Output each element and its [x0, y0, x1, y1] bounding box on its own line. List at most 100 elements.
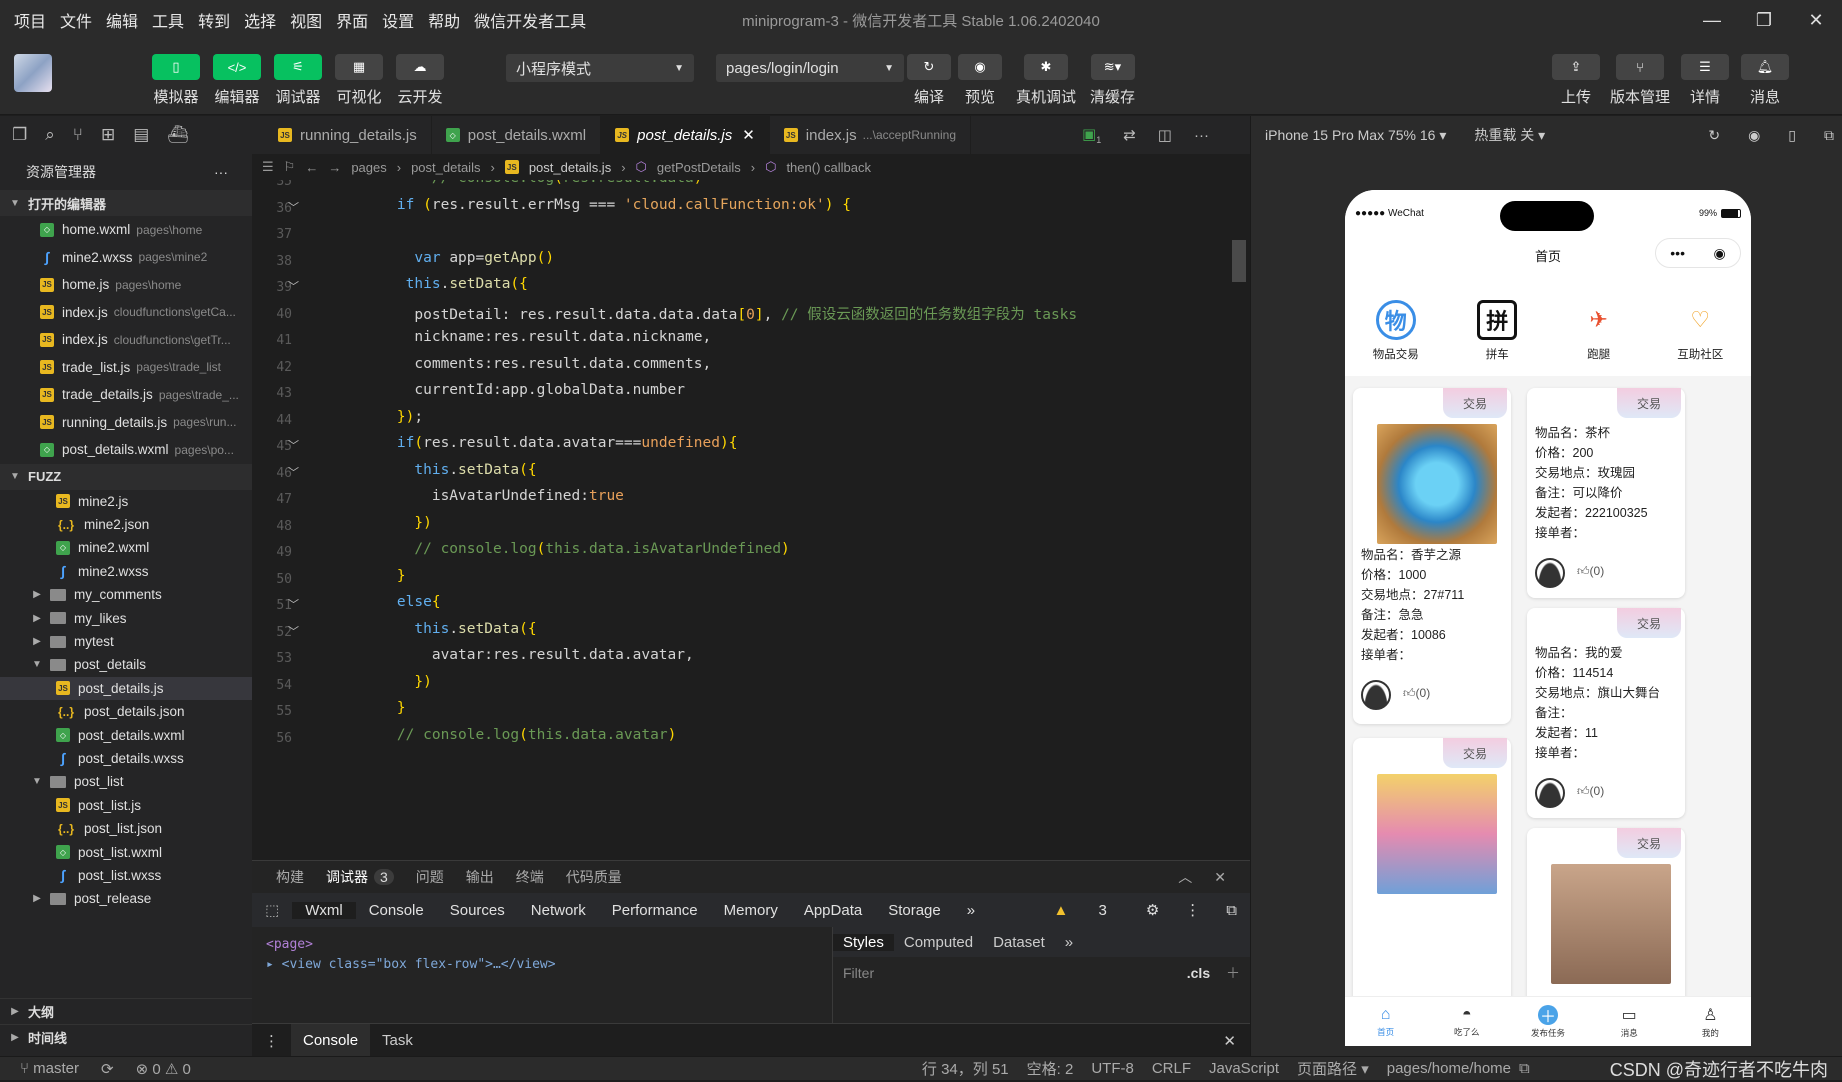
menu-item[interactable]: 界面 [336, 8, 368, 32]
fold-chevron-icon[interactable]: ﹀ [288, 464, 299, 480]
tabbar-2[interactable]: ◓吃了么 [1426, 997, 1507, 1046]
back-arrow-icon[interactable]: ← [305, 160, 318, 175]
cursor-position[interactable]: 行 34，列 51 [922, 1058, 1009, 1079]
menu-item[interactable]: 项目 [14, 8, 46, 32]
warning-count[interactable]: ▲ 3 [1027, 902, 1132, 919]
fold-chevron-icon[interactable]: ﹀ [288, 596, 299, 612]
file-item[interactable]: ◇mine2.wxml [0, 536, 252, 559]
simulator-button[interactable]: ▯模拟器 [152, 54, 200, 107]
close-icon[interactable]: ✕ [1223, 1032, 1250, 1050]
extensions-icon[interactable]: ⊞ [101, 125, 115, 145]
more-icon[interactable]: ··· [1194, 127, 1209, 144]
close-button[interactable]: ✕ [1790, 0, 1842, 40]
docker-icon[interactable]: ⛴ [167, 125, 189, 145]
dom-node-view[interactable]: ▸ <view class="box flex-row">…</view> [266, 955, 798, 975]
tab-sources[interactable]: Sources [437, 902, 518, 919]
file-item[interactable]: ◇post_list.wxml [0, 840, 252, 863]
plus-icon[interactable]: ＋ [1226, 965, 1240, 981]
fold-chevron-icon[interactable]: ﹀ [288, 278, 299, 294]
tab-wxml[interactable]: Wxml [292, 902, 356, 919]
tab-appdata[interactable]: AppData [791, 902, 875, 919]
open-editor-item[interactable]: JSrunning_details.jspages\run... [0, 409, 252, 437]
details-button[interactable]: ☰详情 [1681, 54, 1729, 107]
tab-problems[interactable]: 问题 [416, 867, 444, 887]
branch-status[interactable]: ⑂ master [20, 1060, 79, 1077]
editor-button[interactable]: </>编辑器 [213, 54, 261, 107]
split-editor-icon[interactable]: ◫ [1158, 126, 1172, 144]
more-tabs-icon[interactable]: » [1055, 934, 1083, 951]
kebab-icon[interactable]: ⋮ [252, 1032, 291, 1050]
menu-item[interactable]: 转到 [198, 8, 230, 32]
tab-code-quality[interactable]: 代码质量 [566, 867, 622, 887]
drawer-tab-console[interactable]: Console [291, 1024, 370, 1058]
menu-item[interactable]: 微信开发者工具 [474, 8, 586, 32]
encoding-status[interactable]: UTF-8 [1091, 1060, 1134, 1077]
crumb-function[interactable]: getPostDetails [657, 160, 741, 175]
project-avatar[interactable] [14, 54, 52, 92]
tab-styles[interactable]: Styles [833, 934, 894, 951]
category-2[interactable]: 拼拼车 [1447, 286, 1549, 376]
more-icon[interactable]: ··· [214, 164, 228, 180]
preview-button[interactable]: ◉预览 [958, 54, 1002, 107]
category-4[interactable]: ♡互助社区 [1650, 286, 1752, 376]
post-card[interactable]: 交易物品名：香芋之源价格：1000交易地点：27#711备注：急急发起者：100… [1353, 388, 1511, 724]
menu-item[interactable]: 文件 [60, 8, 92, 32]
visual-button[interactable]: ▦可视化 [335, 54, 383, 107]
stop-icon[interactable]: ◉ [1748, 127, 1760, 144]
storage-icon[interactable]: ▤ [133, 125, 149, 145]
like-button[interactable]: 👍︎(0) [1403, 686, 1430, 701]
copy-icon[interactable]: ⧉ [1519, 1060, 1530, 1077]
remote-debug-button[interactable]: ✱真机调试 [1016, 54, 1076, 107]
like-button[interactable]: 👍︎(0) [1577, 784, 1604, 799]
post-card[interactable]: 交易 [1353, 738, 1511, 1038]
file-item[interactable]: ∫post_list.wxss [0, 864, 252, 887]
minimize-button[interactable]: — [1686, 0, 1738, 40]
upload-button[interactable]: ⇪上传 [1552, 54, 1600, 107]
file-item[interactable]: ∫post_details.wxss [0, 747, 252, 770]
fold-chevron-icon[interactable]: ﹀ [288, 623, 299, 639]
kebab-icon[interactable]: ⋮ [1172, 901, 1213, 919]
tabbar-3[interactable]: ＋发布任务 [1507, 997, 1588, 1046]
tab-memory[interactable]: Memory [711, 902, 791, 919]
like-button[interactable]: 👍︎(0) [1577, 564, 1604, 579]
sync-icon[interactable]: ⟳ [101, 1060, 114, 1078]
version-button[interactable]: ⑂版本管理 [1610, 54, 1670, 107]
close-icon[interactable]: ✕ [742, 126, 755, 144]
avatar[interactable] [1535, 778, 1565, 808]
inspect-icon[interactable]: ⬚ [252, 901, 292, 919]
mode-select[interactable]: 小程序模式▼ [506, 54, 694, 82]
hot-reload-select[interactable]: 热重载 关 ▾ [1474, 125, 1545, 145]
open-editor-item[interactable]: JStrade_list.jspages\trade_list [0, 354, 252, 382]
files-icon[interactable]: ❐ [12, 125, 27, 145]
styles-filter[interactable]: Filter .cls ＋ [833, 957, 1250, 989]
folder-item[interactable]: ▼post_list [0, 770, 252, 793]
open-editor-item[interactable]: ◇post_details.wxmlpages\po... [0, 436, 252, 464]
more-icon[interactable]: ••• [1670, 245, 1685, 261]
avatar[interactable] [1535, 558, 1565, 588]
file-item[interactable]: JSpost_list.js [0, 794, 252, 817]
timeline-section[interactable]: ▶时间线 [0, 1024, 252, 1050]
editor-tab[interactable]: ◇post_details.wxml [432, 116, 601, 154]
avatar[interactable] [1361, 680, 1391, 710]
open-editors-section[interactable]: ▼打开的编辑器 [0, 190, 252, 216]
menu-item[interactable]: 工具 [152, 8, 184, 32]
fold-chevron-icon[interactable]: ﹀ [288, 199, 299, 215]
tabbar-5[interactable]: ♙我的 [1670, 997, 1751, 1046]
tabbar-1[interactable]: ⌂首页 [1345, 997, 1426, 1046]
capsule-menu[interactable]: ••• ◉ [1655, 238, 1741, 268]
file-item[interactable]: ∫mine2.wxss [0, 560, 252, 583]
wxml-file-icon[interactable]: ▣1 [1082, 125, 1101, 145]
tabbar-4[interactable]: ▭消息 [1589, 997, 1670, 1046]
folder-item[interactable]: ▶my_likes [0, 606, 252, 629]
eol-status[interactable]: CRLF [1152, 1060, 1191, 1077]
editor-tab[interactable]: JSpost_details.js✕ [601, 116, 770, 154]
menu-item[interactable]: 选择 [244, 8, 276, 32]
rotate-icon[interactable]: ↻ [1708, 127, 1720, 144]
file-item[interactable]: ◇post_details.wxml [0, 723, 252, 746]
file-item[interactable]: {..}post_list.json [0, 817, 252, 840]
messages-button[interactable]: 🔔︎消息 [1741, 54, 1789, 107]
menu-item[interactable]: 编辑 [106, 8, 138, 32]
category-1[interactable]: 物物品交易 [1345, 286, 1447, 376]
close-target-icon[interactable]: ◉ [1714, 245, 1726, 262]
folder-item[interactable]: ▼post_details [0, 653, 252, 676]
